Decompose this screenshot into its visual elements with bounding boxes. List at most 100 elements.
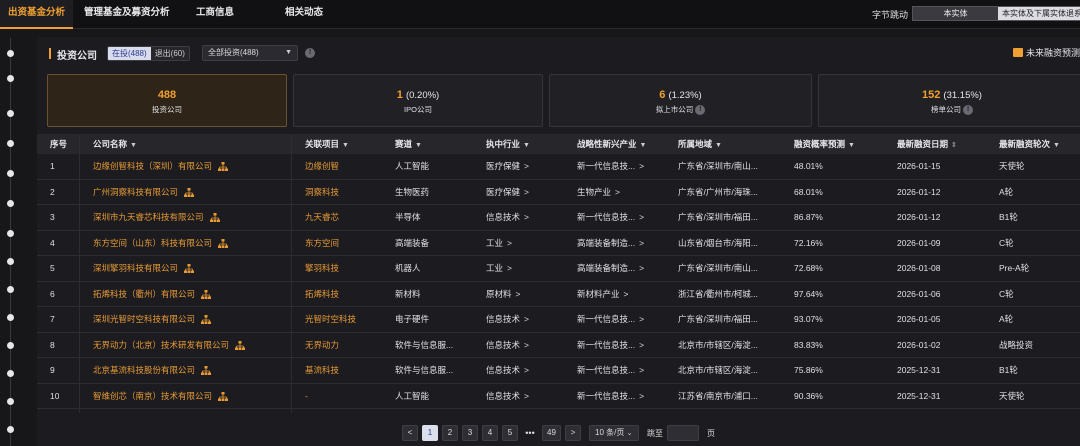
future-financing-forecast[interactable]: 未来融资预测 — [1012, 46, 1080, 59]
info-icon[interactable]: ! — [305, 48, 315, 58]
tab-managed-funds[interactable]: 管理基金及募资分析 — [84, 0, 170, 29]
stat-card-pre-ipo[interactable]: 6 (1.23%) 拟上市公司! — [549, 74, 812, 127]
chevron-right-icon[interactable]: > — [639, 238, 644, 248]
table-row[interactable]: 1 边缘创智科技（深圳）有限公司 边缘创智 人工智能 医疗保健 > 新一代信息技... > 广东… — [37, 154, 1080, 180]
filter-exited[interactable]: 退出(60) — [150, 47, 189, 60]
org-chart-icon[interactable] — [235, 340, 246, 350]
industry-cell[interactable]: 医疗保健 > — [486, 180, 529, 205]
info-icon[interactable]: ! — [963, 104, 973, 115]
chevron-right-icon[interactable]: > — [639, 391, 644, 401]
next-page-button[interactable]: > — [565, 425, 581, 441]
table-row[interactable]: 4 东方空间（山东）科技有限公司 东方空间 高端装备 工业 > 高端装备制造... > 山东省/… — [37, 231, 1080, 256]
company-name-link[interactable]: 无界动力（北京）技术研发有限公司 — [93, 333, 246, 358]
industry-cell[interactable]: 医疗保健 > — [486, 154, 529, 179]
chevron-right-icon[interactable]: > — [524, 161, 529, 171]
project-link[interactable]: 拓烯科技 — [305, 282, 339, 307]
strategic-industry-cell[interactable]: 新材料产业 > — [577, 282, 628, 307]
company-name-link[interactable]: 边缘创智科技（深圳）有限公司 — [93, 154, 229, 179]
entity-toggle-subsidiaries[interactable]: 本实体及下属实体退系 — [998, 7, 1080, 20]
stat-card-ipo[interactable]: 1 (0.20%) IPO公司 — [293, 74, 543, 127]
company-name-link[interactable]: 拓烯科技（衢州）有限公司 — [93, 282, 212, 307]
investment-type-dropdown[interactable]: 全部投资(488) ▼ — [202, 45, 298, 61]
chevron-right-icon[interactable]: > — [524, 314, 529, 324]
table-row[interactable]: 9 北京基流科技股份有限公司 基流科技 软件与信息服... 信息技术 > 新一代信息技...… — [37, 358, 1080, 384]
chevron-right-icon[interactable]: > — [524, 187, 529, 197]
industry-cell[interactable]: 信息技术 > — [486, 307, 529, 332]
industry-cell[interactable]: 信息技术 > — [486, 358, 529, 383]
page-button[interactable]: 4 — [482, 425, 498, 441]
project-link[interactable]: 洞察科技 — [305, 180, 339, 205]
header-strategic[interactable]: 战略性新兴产业 ▼ — [577, 134, 646, 154]
project-link[interactable]: 基流科技 — [305, 358, 339, 383]
strategic-industry-cell[interactable]: 新一代信息技... > — [577, 205, 644, 230]
project-link[interactable]: 无界动力 — [305, 333, 339, 358]
company-name-link[interactable]: 深圳光智时空科技有限公司 — [93, 307, 212, 332]
company-name-link[interactable]: 东方空间（山东）科技有限公司 — [93, 231, 229, 256]
strategic-industry-cell[interactable]: 高端装备制造... > — [577, 256, 644, 281]
entity-toggle-self[interactable]: 本实体 — [913, 7, 998, 20]
header-region[interactable]: 所属地域 ▼ — [678, 134, 722, 154]
jump-page-input[interactable] — [667, 425, 699, 441]
chevron-right-icon[interactable]: > — [507, 238, 512, 248]
filter-active-investments[interactable]: 在投(488) — [108, 47, 151, 60]
chevron-right-icon[interactable]: > — [524, 340, 529, 350]
page-button[interactable]: 3 — [462, 425, 478, 441]
project-link[interactable]: - — [305, 384, 308, 409]
page-button[interactable]: 5 — [502, 425, 518, 441]
table-row[interactable]: 10 智维创芯（南京）技术有限公司 - 人工智能 信息技术 > 新一代信息技... > 江苏省/… — [37, 384, 1080, 409]
org-chart-icon[interactable] — [201, 366, 212, 376]
chevron-right-icon[interactable]: > — [639, 314, 644, 324]
org-chart-icon[interactable] — [201, 315, 212, 325]
org-chart-icon[interactable] — [184, 187, 195, 197]
chevron-right-icon[interactable]: > — [507, 263, 512, 273]
table-row[interactable]: 3 深圳市九天睿芯科技有限公司 九天睿芯 半导体 信息技术 > 新一代信息技... > 广东省/… — [37, 205, 1080, 231]
table-row[interactable]: 2 广州洞察科技有限公司 洞察科技 生物医药 医疗保健 > 生物产业 > 广东省/广州市/海珠.… — [37, 180, 1080, 205]
tab-related-news[interactable]: 相关动态 — [285, 0, 323, 29]
header-track[interactable]: 赛道 ▼ — [395, 134, 422, 154]
org-chart-icon[interactable] — [201, 289, 212, 299]
org-chart-icon[interactable] — [218, 238, 229, 248]
table-row[interactable]: 8 无界动力（北京）技术研发有限公司 无界动力 软件与信息服... 信息技术 > 新一代信息… — [37, 333, 1080, 358]
header-company[interactable]: 公司名称 ▼ — [93, 134, 137, 154]
chevron-right-icon[interactable]: > — [615, 187, 620, 197]
industry-cell[interactable]: 原材料 > — [486, 282, 520, 307]
company-name-link[interactable]: 深圳擎羽科技有限公司 — [93, 256, 195, 281]
header-project[interactable]: 关联项目 ▼ — [305, 134, 349, 154]
company-name-link[interactable]: 广州洞察科技有限公司 — [93, 180, 195, 205]
header-date[interactable]: 最新融资日期 ⇕ — [897, 134, 957, 154]
project-link[interactable]: 擎羽科技 — [305, 256, 339, 281]
industry-cell[interactable]: 信息技术 > — [486, 205, 529, 230]
chevron-right-icon[interactable]: > — [524, 365, 529, 375]
company-name-link[interactable]: 北京基流科技股份有限公司 — [93, 358, 212, 383]
industry-cell[interactable]: 信息技术 > — [486, 384, 529, 409]
header-industry[interactable]: 执中行业 ▼ — [486, 134, 530, 154]
project-link[interactable]: 光智时空科技 — [305, 307, 356, 332]
stat-card-ranked[interactable]: 152 (31.15%) 榜单公司! — [818, 74, 1080, 127]
tab-business-info[interactable]: 工商信息 — [196, 0, 234, 29]
project-link[interactable]: 九天睿芯 — [305, 205, 339, 230]
industry-cell[interactable]: 工业 > — [486, 256, 512, 281]
company-name-link[interactable]: 深圳市九天睿芯科技有限公司 — [93, 205, 220, 230]
org-chart-icon[interactable] — [218, 391, 229, 401]
chevron-right-icon[interactable]: > — [516, 289, 521, 299]
project-link[interactable]: 东方空间 — [305, 231, 339, 256]
org-chart-icon[interactable] — [184, 264, 195, 274]
header-round[interactable]: 最新融资轮次 ▼ — [999, 134, 1060, 154]
pagination-ellipsis[interactable]: ••• — [522, 428, 538, 438]
strategic-industry-cell[interactable]: 生物产业 > — [577, 180, 620, 205]
strategic-industry-cell[interactable]: 新一代信息技... > — [577, 307, 644, 332]
strategic-industry-cell[interactable]: 新一代信息技... > — [577, 358, 644, 383]
last-page-button[interactable]: 49 — [542, 425, 561, 441]
prev-page-button[interactable]: < — [402, 425, 418, 441]
project-link[interactable]: 边缘创智 — [305, 154, 339, 179]
info-icon[interactable]: ! — [695, 104, 706, 115]
org-chart-icon[interactable] — [209, 213, 220, 223]
industry-cell[interactable]: 信息技术 > — [486, 333, 529, 358]
table-row[interactable]: 5 深圳擎羽科技有限公司 擎羽科技 机器人 工业 > 高端装备制造... > 广东省/深圳市/南… — [37, 256, 1080, 282]
chevron-right-icon[interactable]: > — [639, 212, 644, 222]
strategic-industry-cell[interactable]: 新一代信息技... > — [577, 154, 644, 179]
header-probability[interactable]: 融资概率预测 ▼ — [794, 134, 855, 154]
chevron-right-icon[interactable]: > — [524, 212, 529, 222]
strategic-industry-cell[interactable]: 高端装备制造... > — [577, 231, 644, 256]
chevron-right-icon[interactable]: > — [639, 161, 644, 171]
